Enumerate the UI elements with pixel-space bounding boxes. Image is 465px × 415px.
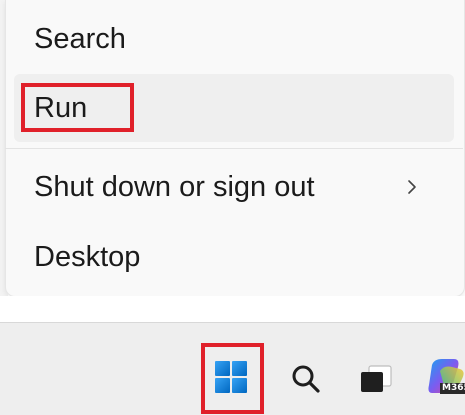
magnifier-icon bbox=[292, 365, 320, 393]
menu-divider bbox=[5, 148, 463, 149]
menu-item-label: Shut down or sign out bbox=[34, 170, 315, 203]
menu-item-search[interactable]: Search bbox=[14, 10, 454, 68]
task-view-button[interactable] bbox=[356, 361, 396, 397]
microsoft-365-copilot-button[interactable]: M365 bbox=[426, 355, 465, 403]
menu-item-desktop[interactable]: Desktop bbox=[14, 225, 454, 289]
task-view-icon bbox=[361, 365, 392, 392]
menu-item-label: Search bbox=[34, 22, 126, 55]
m365-badge: M365 bbox=[440, 383, 465, 394]
start-highlight-annotation bbox=[201, 343, 264, 414]
taskbar: M365 bbox=[0, 322, 465, 415]
run-highlight-annotation bbox=[21, 83, 134, 132]
search-button[interactable] bbox=[288, 361, 324, 397]
desktop-gap bbox=[0, 296, 465, 322]
menu-item-label: Desktop bbox=[34, 240, 141, 273]
menu-item-shut-down-or-sign-out[interactable]: Shut down or sign out bbox=[14, 155, 454, 219]
chevron-right-icon bbox=[408, 180, 416, 194]
